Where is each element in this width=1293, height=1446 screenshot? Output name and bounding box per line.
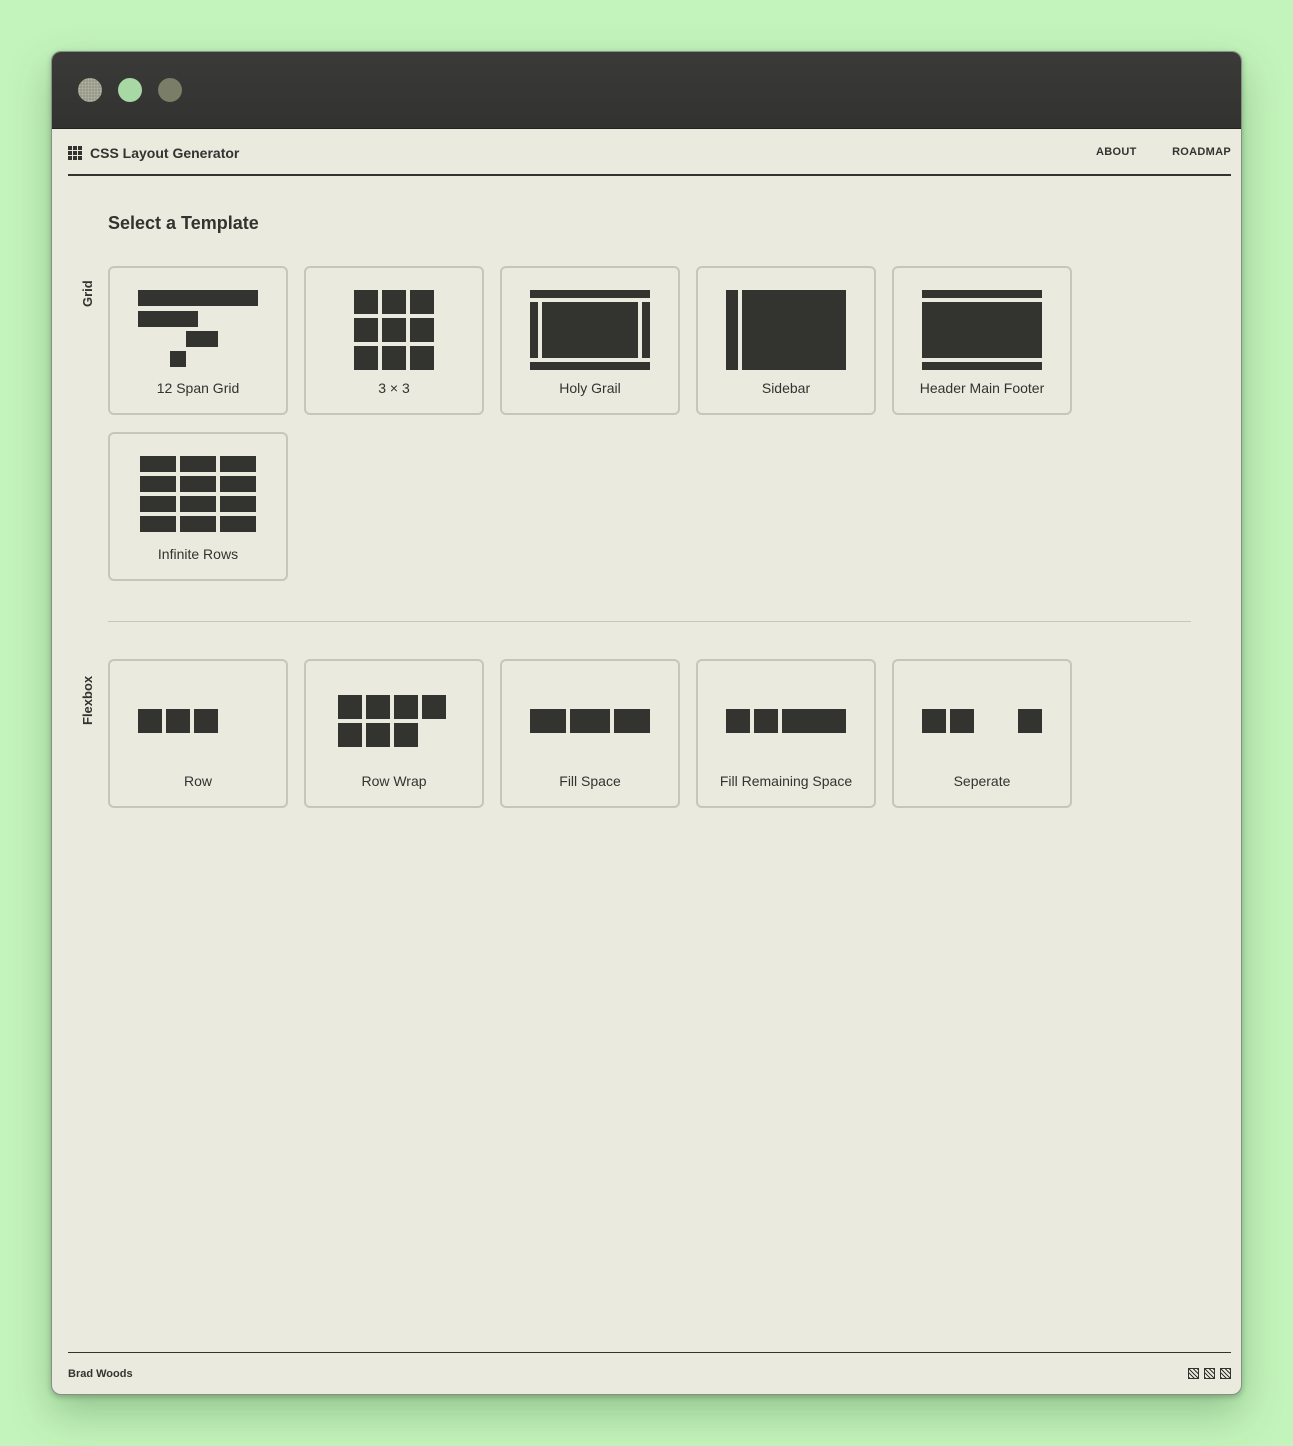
pattern-swatch-icon[interactable] <box>1220 1368 1231 1379</box>
page-title: Select a Template <box>108 213 259 233</box>
template-card-row-wrap[interactable]: Row Wrap <box>304 659 484 808</box>
flex-row-wrap-icon <box>306 661 482 771</box>
template-label: Fill Remaining Space <box>719 773 853 789</box>
browser-window: CSS Layout Generator ABOUT ROADMAP Selec… <box>51 51 1242 1395</box>
footer-author[interactable]: Brad Woods <box>68 1368 133 1380</box>
nav-link-about[interactable]: ABOUT <box>1096 146 1137 158</box>
template-card-fill-space[interactable]: Fill Space <box>500 659 680 808</box>
template-card-holy-grail[interactable]: Holy Grail <box>500 266 680 415</box>
template-card-12-span-grid[interactable]: 12 Span Grid <box>108 266 288 415</box>
template-card-row[interactable]: Row <box>108 659 288 808</box>
flex-seperate-icon <box>894 661 1070 771</box>
template-label: Infinite Rows <box>157 546 239 562</box>
template-label: 3 × 3 <box>378 380 410 396</box>
template-label: Row <box>183 773 212 789</box>
flex-row-icon <box>110 661 286 771</box>
window-titlebar <box>52 52 1241 129</box>
template-label: Row Wrap <box>361 773 427 789</box>
holy-grail-icon <box>502 268 678 378</box>
window-minimize-button[interactable] <box>118 78 142 102</box>
app-title: CSS Layout Generator <box>90 145 240 161</box>
section-label-grid: Grid <box>80 280 95 307</box>
12-span-grid-icon <box>110 268 286 378</box>
template-card-3x3[interactable]: 3 × 3 <box>304 266 484 415</box>
template-label: Header Main Footer <box>919 380 1045 396</box>
pattern-swatch-icon[interactable] <box>1204 1368 1215 1379</box>
template-card-seperate[interactable]: Seperate <box>892 659 1072 808</box>
pattern-swatch-icon[interactable] <box>1188 1368 1199 1379</box>
grid-icon <box>68 146 82 160</box>
page-footer: Brad Woods <box>68 1352 1231 1394</box>
3x3-grid-icon <box>306 268 482 378</box>
template-label: Holy Grail <box>559 380 621 396</box>
flex-fill-remaining-icon <box>698 661 874 771</box>
sidebar-layout-icon <box>698 268 874 378</box>
template-label: Sidebar <box>761 380 811 396</box>
nav-link-roadmap[interactable]: ROADMAP <box>1172 146 1231 158</box>
section-divider <box>108 621 1191 622</box>
header-main-footer-icon <box>894 268 1070 378</box>
window-maximize-button[interactable] <box>158 78 182 102</box>
template-card-header-main-footer[interactable]: Header Main Footer <box>892 266 1072 415</box>
top-navbar: CSS Layout Generator ABOUT ROADMAP <box>68 129 1231 176</box>
footer-icon-group <box>1188 1368 1231 1379</box>
template-card-sidebar[interactable]: Sidebar <box>696 266 876 415</box>
template-card-infinite-rows[interactable]: Infinite Rows <box>108 432 288 581</box>
app-logo[interactable]: CSS Layout Generator <box>68 145 239 161</box>
infinite-rows-icon <box>110 434 286 544</box>
flex-fill-space-icon <box>502 661 678 771</box>
template-label: 12 Span Grid <box>156 380 240 396</box>
template-label: Fill Space <box>559 773 621 789</box>
section-label-flexbox: Flexbox <box>80 675 95 725</box>
window-close-button[interactable] <box>78 78 102 102</box>
template-label: Seperate <box>953 773 1011 789</box>
template-card-fill-remaining-space[interactable]: Fill Remaining Space <box>696 659 876 808</box>
